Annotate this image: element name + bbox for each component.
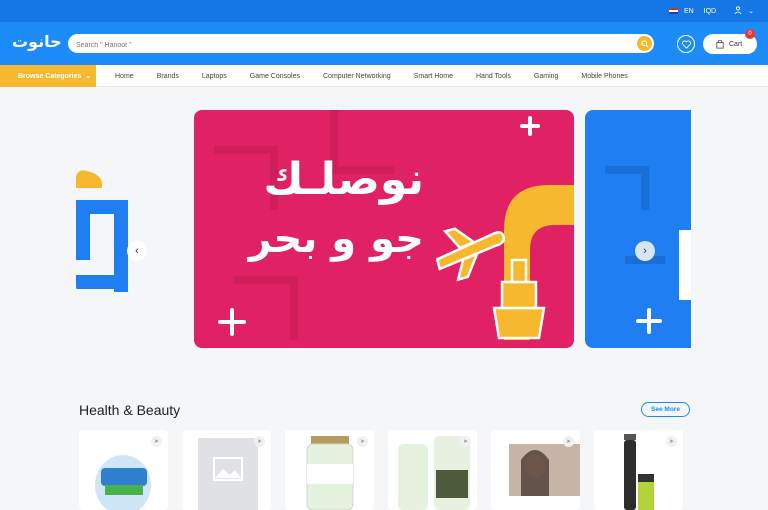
cart-count-badge: 0	[745, 29, 755, 39]
search-bar	[68, 34, 654, 55]
cart-button[interactable]: Cart 0	[703, 29, 757, 54]
nav-link[interactable]: Home	[115, 73, 134, 80]
share-icon[interactable]: ➤	[460, 436, 471, 447]
currency-selector[interactable]: IQD	[704, 8, 716, 15]
share-icon[interactable]: ➤	[666, 436, 677, 447]
carousel-prev-button[interactable]: ‹	[127, 241, 147, 261]
nav-link[interactable]: Smart Home	[414, 73, 453, 80]
share-icon[interactable]: ➤	[151, 436, 162, 447]
search-icon	[640, 39, 649, 48]
main-header: حانوت Cart 0	[0, 22, 768, 65]
nav-link[interactable]: Laptops	[202, 73, 227, 80]
language-selector[interactable]: EN	[684, 8, 694, 15]
hero-banner[interactable]: نوصلـك جو و بحر	[194, 110, 574, 348]
share-icon[interactable]: ➤	[254, 436, 265, 447]
product-card[interactable]: ➤	[182, 430, 271, 510]
chevron-left-icon: ‹	[135, 245, 139, 257]
carousel-next-button[interactable]: ›	[635, 241, 655, 261]
nav-link[interactable]: Computer Networking	[323, 73, 391, 80]
logo[interactable]: حانوت	[12, 32, 62, 51]
nav-link[interactable]: Game Consoles	[250, 73, 300, 80]
product-card[interactable]: ➤	[285, 430, 374, 510]
banner-slide-next[interactable]	[585, 110, 691, 348]
top-bar: EN IQD ⌄	[0, 0, 768, 22]
search-button[interactable]	[637, 36, 652, 51]
chevron-down-icon[interactable]: ⌄	[748, 7, 754, 15]
browse-categories-label: Browse Categories	[18, 72, 82, 80]
wishlist-button[interactable]	[677, 35, 695, 53]
chevron-down-icon: ⌄	[85, 73, 92, 80]
nav-link[interactable]: Hand Tools	[476, 73, 511, 80]
browse-categories-button[interactable]: Browse Categories ⌄	[0, 65, 96, 87]
banner-subheadline: جو و بحر	[248, 216, 424, 262]
search-input[interactable]	[68, 36, 608, 55]
share-icon[interactable]: ➤	[357, 436, 368, 447]
airplane-icon	[435, 227, 506, 282]
banner-slide-previous[interactable]	[76, 170, 132, 294]
chevron-right-icon: ›	[643, 245, 647, 257]
product-list: ➤ ➤ ➤ ➤ ➤ ➤	[79, 430, 683, 510]
heart-icon	[681, 39, 691, 49]
product-card[interactable]: ➤	[594, 430, 683, 510]
nav-link[interactable]: Mobile Phones	[581, 73, 627, 80]
banner-headline: نوصلـك	[263, 154, 424, 205]
us-flag-icon[interactable]	[668, 8, 678, 14]
product-card[interactable]: ➤	[491, 430, 580, 510]
category-nav: Browse Categories ⌄ Home Brands Laptops …	[0, 65, 768, 87]
product-card[interactable]: ➤	[388, 430, 477, 510]
share-icon[interactable]: ➤	[563, 436, 574, 447]
shopping-bag-icon	[716, 39, 724, 49]
section-title: Health & Beauty	[79, 402, 181, 418]
cart-label: Cart	[729, 40, 743, 48]
nav-link[interactable]: Gaming	[534, 73, 559, 80]
product-card[interactable]: ➤	[79, 430, 168, 510]
see-more-button[interactable]: See More	[641, 402, 690, 417]
nav-link[interactable]: Brands	[157, 73, 179, 80]
user-icon[interactable]	[734, 6, 742, 16]
